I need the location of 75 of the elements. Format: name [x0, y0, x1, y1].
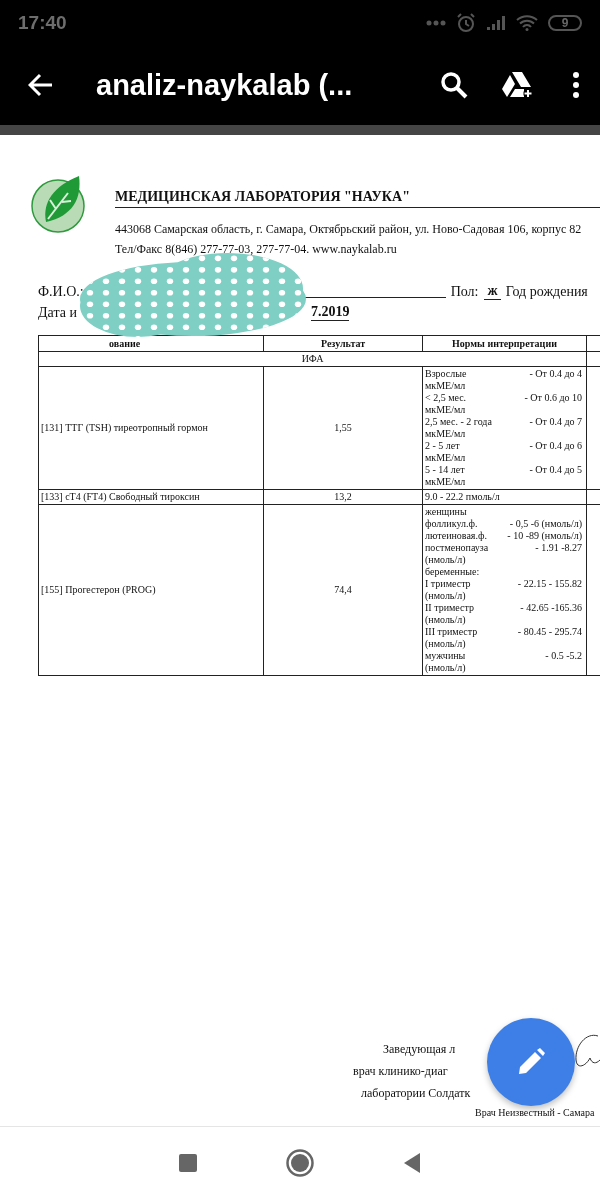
norm-value: - От 0.4 до 6 — [529, 440, 582, 452]
norm-label: 2,5 мес. - 2 года — [425, 416, 492, 428]
norm-value: - От 0.4 до 5 — [529, 464, 582, 476]
group-heading: ИФА — [38, 351, 587, 367]
norm-unit: (нмоль/л) — [425, 590, 467, 602]
norm-value: - 10 -89 (нмоль/л) — [507, 530, 582, 542]
norm-value: - От 0.4 до 7 — [529, 416, 582, 428]
norm-label: лютеиновая.ф. — [425, 530, 487, 542]
norm-unit: мкМЕ/мл — [425, 428, 467, 440]
norm-value: - От 0.6 до 10 — [524, 392, 582, 404]
norm-value: - 80.45 - 295.74 — [517, 626, 582, 638]
norm-label: фолликул.ф. — [425, 518, 478, 530]
norm-label: I триместр — [425, 578, 471, 590]
norm-value: - 1.91 -8.27 — [535, 542, 582, 554]
norm-label: постменопауза — [425, 542, 489, 554]
sex-label: Пол: — [450, 284, 479, 300]
norm-value: - 0,5 -6 (нмоль/л) — [509, 518, 582, 530]
dots-icon — [426, 19, 446, 26]
search-button[interactable] — [440, 71, 468, 99]
lab-name: МЕДИЦИНСКАЯ ЛАБОРАТОРИЯ "НАУКА" — [115, 189, 600, 208]
back-button[interactable] — [28, 73, 54, 97]
battery-level: 9 — [548, 14, 582, 31]
norm-unit: мкМЕ/мл — [425, 380, 467, 392]
home-button[interactable] — [286, 1149, 314, 1177]
pencil-icon — [516, 1047, 546, 1077]
lab-phone: Тел/Факс 8(846) 277-77-03, 277-77-04. www.naykalab.ru — [115, 242, 398, 257]
test-name-cell: [131] ТТГ (TSH) тиреотропный гормон — [38, 366, 264, 490]
norm-label: беременные: — [425, 566, 480, 578]
signature-text: лаборатории Солдатк — [361, 1086, 471, 1101]
sex-value: ж — [484, 283, 501, 300]
column-header: Результат — [263, 335, 423, 352]
norm-unit: (нмоль/л) — [425, 638, 467, 650]
norm-value: - От 0.4 до 4 — [529, 368, 582, 380]
norm-unit: (нмоль/л) — [425, 614, 467, 626]
date-value: 7.2019 — [310, 304, 350, 321]
result-cell: 13,2 — [263, 489, 423, 505]
norm-unit: мкМЕ/мл — [425, 476, 467, 488]
edit-button[interactable] — [487, 1018, 575, 1106]
norm-label: Взрослые — [425, 368, 467, 380]
birth-year-label: Год рождения — [505, 284, 588, 300]
norm-label: 9.0 - 22.2 пмоль/л — [425, 491, 500, 503]
name-label: Ф.И.О.: — [38, 284, 84, 300]
signature-text: Заведующая л — [383, 1042, 456, 1057]
result-cell: 1,55 — [263, 366, 423, 490]
norm-label: < 2,5 мес. — [425, 392, 467, 404]
clock-time: 17:40 — [18, 11, 67, 34]
norm-label: 2 - 5 лет — [425, 440, 460, 452]
norm-unit: (нмоль/л) — [425, 554, 467, 566]
norm-label: III триместр — [425, 626, 478, 638]
norm-value: - 42.65 -165.36 — [520, 602, 582, 614]
wifi-icon — [516, 14, 538, 31]
back-nav-button[interactable] — [402, 1152, 422, 1174]
norm-value: - 22.15 - 155.82 — [517, 578, 582, 590]
norm-unit: (нмоль/л) — [425, 662, 467, 674]
document-title: analiz-naykalab (... — [96, 68, 353, 102]
result-cell: 74,4 — [263, 504, 423, 676]
norm-label: 5 - 14 лет — [425, 464, 465, 476]
norm-label: женщины — [425, 506, 467, 518]
signature-text: врач клинико-диаг — [353, 1064, 448, 1079]
date-label: Дата и — [38, 305, 77, 321]
test-name-cell: [133] сТ4 (FT4) Свободный тироксин — [38, 489, 264, 505]
alarm-icon — [456, 12, 476, 33]
recents-button[interactable] — [178, 1153, 198, 1173]
lab-address: 443068 Самарская область, г. Самара, Октябрьский район, ул. Ново-Садовая 106, корпус 82 — [115, 222, 583, 237]
triangle-plus-icon[interactable] — [502, 71, 534, 99]
norm-label: мужчины — [425, 650, 466, 662]
norm-unit: мкМЕ/мл — [425, 452, 467, 464]
footer-text: Врач Неизвестный - Самара — [475, 1107, 596, 1118]
column-header: Нормы интерпретации — [422, 335, 587, 352]
signal-icon — [486, 14, 506, 31]
more-button[interactable] — [572, 72, 580, 98]
norm-value: - 0.5 -5.2 — [545, 650, 582, 662]
norm-unit: мкМЕ/мл — [425, 404, 467, 416]
test-name-cell: [155] Прогестерон (PROG) — [38, 504, 264, 676]
norm-label: II триместр — [425, 602, 474, 614]
